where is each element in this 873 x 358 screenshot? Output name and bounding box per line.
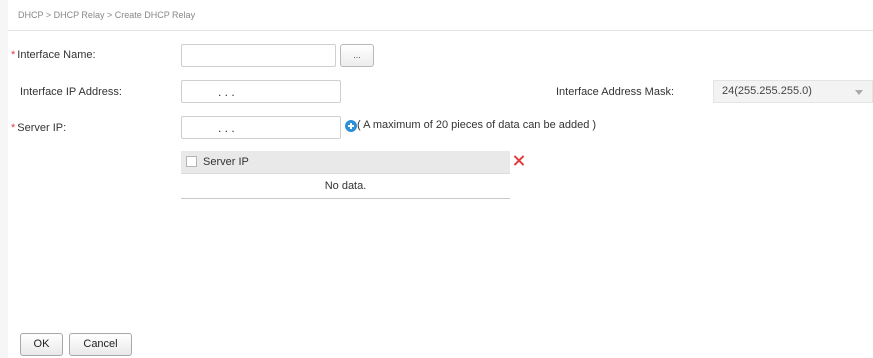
select-all-checkbox[interactable] <box>186 156 197 167</box>
browse-interface-button[interactable]: ... <box>340 44 374 67</box>
interface-ip-label: Interface IP Address: <box>20 86 122 98</box>
table-empty-message: No data. <box>181 174 510 199</box>
server-ip-limit-hint: ( A maximum of 20 pieces of data can be … <box>357 119 597 131</box>
ip-separators: . . . <box>218 85 235 99</box>
header-divider <box>8 30 873 31</box>
ok-button[interactable]: OK <box>20 333 63 356</box>
interface-name-input[interactable] <box>181 44 336 67</box>
ip-separators: . . . <box>218 121 235 135</box>
mask-label: Interface Address Mask: <box>556 86 674 98</box>
required-marker: * <box>11 49 16 61</box>
cancel-button[interactable]: Cancel <box>69 333 132 356</box>
required-marker: * <box>11 122 16 134</box>
mask-select[interactable]: 24(255.255.255.0) <box>713 80 873 103</box>
server-ip-table-header: Server IP <box>181 151 510 174</box>
column-header-server-ip: Server IP <box>203 156 249 168</box>
interface-name-label: * Interface Name: <box>11 49 96 61</box>
breadcrumb: DHCP > DHCP Relay > Create DHCP Relay <box>18 10 196 20</box>
plus-circle-icon[interactable] <box>345 120 357 132</box>
interface-ip-input[interactable]: . . . <box>181 80 341 103</box>
close-icon[interactable] <box>513 154 525 166</box>
server-ip-label: * Server IP: <box>11 122 67 134</box>
server-ip-input[interactable]: . . . <box>181 116 341 139</box>
chevron-down-icon <box>855 90 863 95</box>
mask-selected-value: 24(255.255.255.0) <box>722 85 812 97</box>
